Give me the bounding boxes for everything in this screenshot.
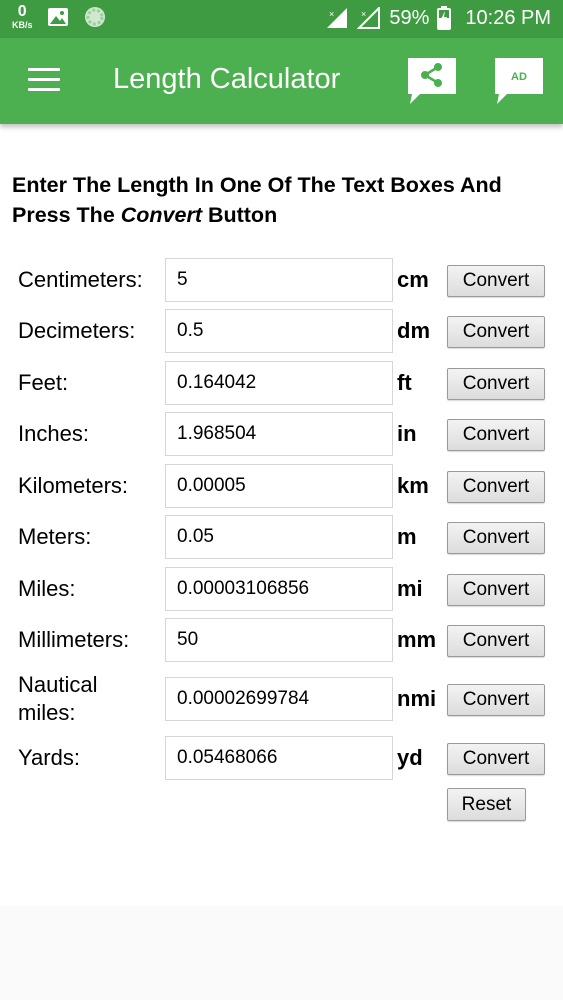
inches-input[interactable] — [165, 412, 393, 456]
unit-symbol: yd — [397, 745, 423, 770]
unit-symbol: nmi — [397, 686, 437, 711]
yards-input[interactable] — [165, 736, 393, 780]
unit-row-meters: Meters: m Convert — [0, 515, 563, 561]
meters-input[interactable] — [165, 515, 393, 559]
reset-button[interactable]: Reset — [447, 788, 526, 821]
kilometers-input[interactable] — [165, 464, 393, 508]
menu-icon[interactable] — [28, 68, 60, 92]
app-bar: Length Calculator AD — [0, 38, 563, 124]
instructions-emphasis: Convert — [120, 203, 202, 227]
status-bar-left: 0 KB/s — [12, 4, 107, 30]
unit-label: Decimeters: — [18, 318, 136, 343]
share-icon — [408, 58, 456, 104]
unit-row-nautical-miles: Nautical miles: nmi Convert — [0, 672, 563, 725]
gallery-icon — [47, 8, 68, 26]
unit-symbol: m — [397, 524, 417, 549]
sync-icon — [84, 7, 105, 27]
ad-label: AD — [511, 71, 527, 83]
ad-button[interactable]: AD — [493, 56, 545, 106]
miles-input[interactable] — [165, 567, 393, 611]
unit-symbol: mm — [397, 627, 437, 652]
unit-label: Nautical miles: — [18, 672, 98, 725]
unit-label: Millimeters: — [18, 627, 130, 652]
status-bar-right: × × 59% 10:26 PM — [325, 6, 551, 30]
convert-inches-button[interactable]: Convert — [447, 419, 545, 451]
convert-kilometers-button[interactable]: Convert — [447, 471, 545, 503]
convert-decimeters-button[interactable]: Convert — [447, 316, 545, 348]
unit-symbol: ft — [397, 370, 412, 395]
unit-symbol: cm — [397, 267, 429, 292]
unit-symbol: km — [397, 473, 429, 498]
instructions-text: Enter The Length In One Of The Text Boxe… — [12, 170, 557, 230]
unit-row-centimeters: Centimeters: cm Convert — [0, 258, 563, 304]
convert-meters-button[interactable]: Convert — [447, 522, 545, 554]
signal-icon: × — [327, 8, 348, 28]
unit-label: Feet: — [18, 370, 69, 395]
nautical-miles-input[interactable] — [165, 677, 393, 721]
unit-label: Inches: — [18, 421, 89, 446]
convert-miles-button[interactable]: Convert — [447, 574, 545, 606]
convert-nautical-miles-button[interactable]: Convert — [447, 684, 545, 716]
status-bar: 0 KB/s × × 59% 10:26 PM — [0, 0, 563, 38]
unit-row-millimeters: Millimeters: mm Convert — [0, 618, 563, 664]
convert-feet-button[interactable]: Convert — [447, 368, 545, 400]
unit-row-decimeters: Decimeters: dm Convert — [0, 309, 563, 355]
share-button[interactable] — [406, 56, 458, 106]
feet-input[interactable] — [165, 361, 393, 405]
unit-label: Yards: — [18, 745, 80, 770]
decimeters-input[interactable] — [165, 309, 393, 353]
unit-label: Meters: — [18, 524, 92, 549]
network-speed-value: 0 — [17, 3, 27, 20]
svg-text:×: × — [329, 9, 334, 19]
millimeters-input[interactable] — [165, 618, 393, 662]
convert-centimeters-button[interactable]: Convert — [447, 265, 545, 297]
unit-symbol: dm — [397, 318, 430, 343]
signal-2-icon: × — [357, 7, 381, 29]
unit-row-feet: Feet: ft Convert — [0, 361, 563, 407]
unit-label: Miles: — [18, 576, 76, 601]
unit-label: Kilometers: — [18, 473, 129, 498]
footer-area — [0, 906, 563, 1000]
battery-icon — [437, 6, 452, 30]
convert-yards-button[interactable]: Convert — [447, 743, 545, 775]
unit-row-inches: Inches: in Convert — [0, 412, 563, 458]
svg-text:×: × — [361, 9, 366, 19]
unit-symbol: mi — [397, 576, 423, 601]
unit-symbol: in — [397, 421, 417, 446]
unit-label: Centimeters: — [18, 267, 143, 292]
convert-millimeters-button[interactable]: Convert — [447, 625, 545, 657]
app-title: Length Calculator — [113, 63, 341, 95]
ad-icon: AD — [495, 58, 543, 104]
battery-percent: 59% — [389, 6, 430, 29]
unit-row-kilometers: Kilometers: km Convert — [0, 464, 563, 510]
network-speed-unit: KB/s — [12, 20, 33, 30]
unit-row-miles: Miles: mi Convert — [0, 567, 563, 613]
centimeters-input[interactable] — [165, 258, 393, 302]
network-speed: 0 KB/s — [12, 4, 33, 30]
unit-row-yards: Yards: yd Convert — [0, 736, 563, 782]
clock: 10:26 PM — [465, 6, 551, 29]
instructions-suffix: Button — [201, 203, 278, 227]
